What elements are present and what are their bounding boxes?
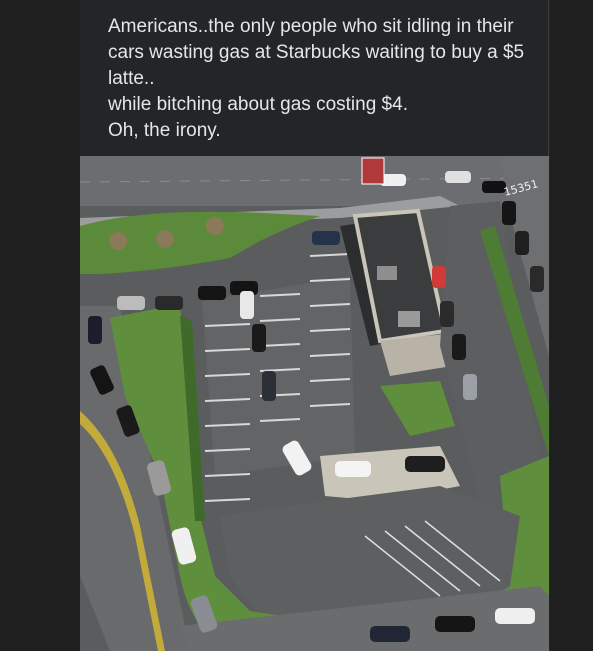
aerial-photo-icon: 15351 — [80, 156, 549, 651]
post-text: Americans..the only people who sit idlin… — [108, 14, 538, 144]
post-text-line-2: cars wasting gas at Starbucks waiting to… — [108, 42, 525, 63]
aerial-photo[interactable]: 15351 — [80, 156, 549, 651]
post-text-line-3: latte.. — [108, 68, 155, 89]
left-gutter — [0, 0, 80, 651]
post-text-line-1: Americans..the only people who sit idlin… — [108, 16, 514, 37]
post-text-line-4: while bitching about gas costing $4. — [108, 94, 408, 115]
card-divider — [548, 0, 549, 157]
post-text-line-5: Oh, the irony. — [108, 120, 221, 141]
